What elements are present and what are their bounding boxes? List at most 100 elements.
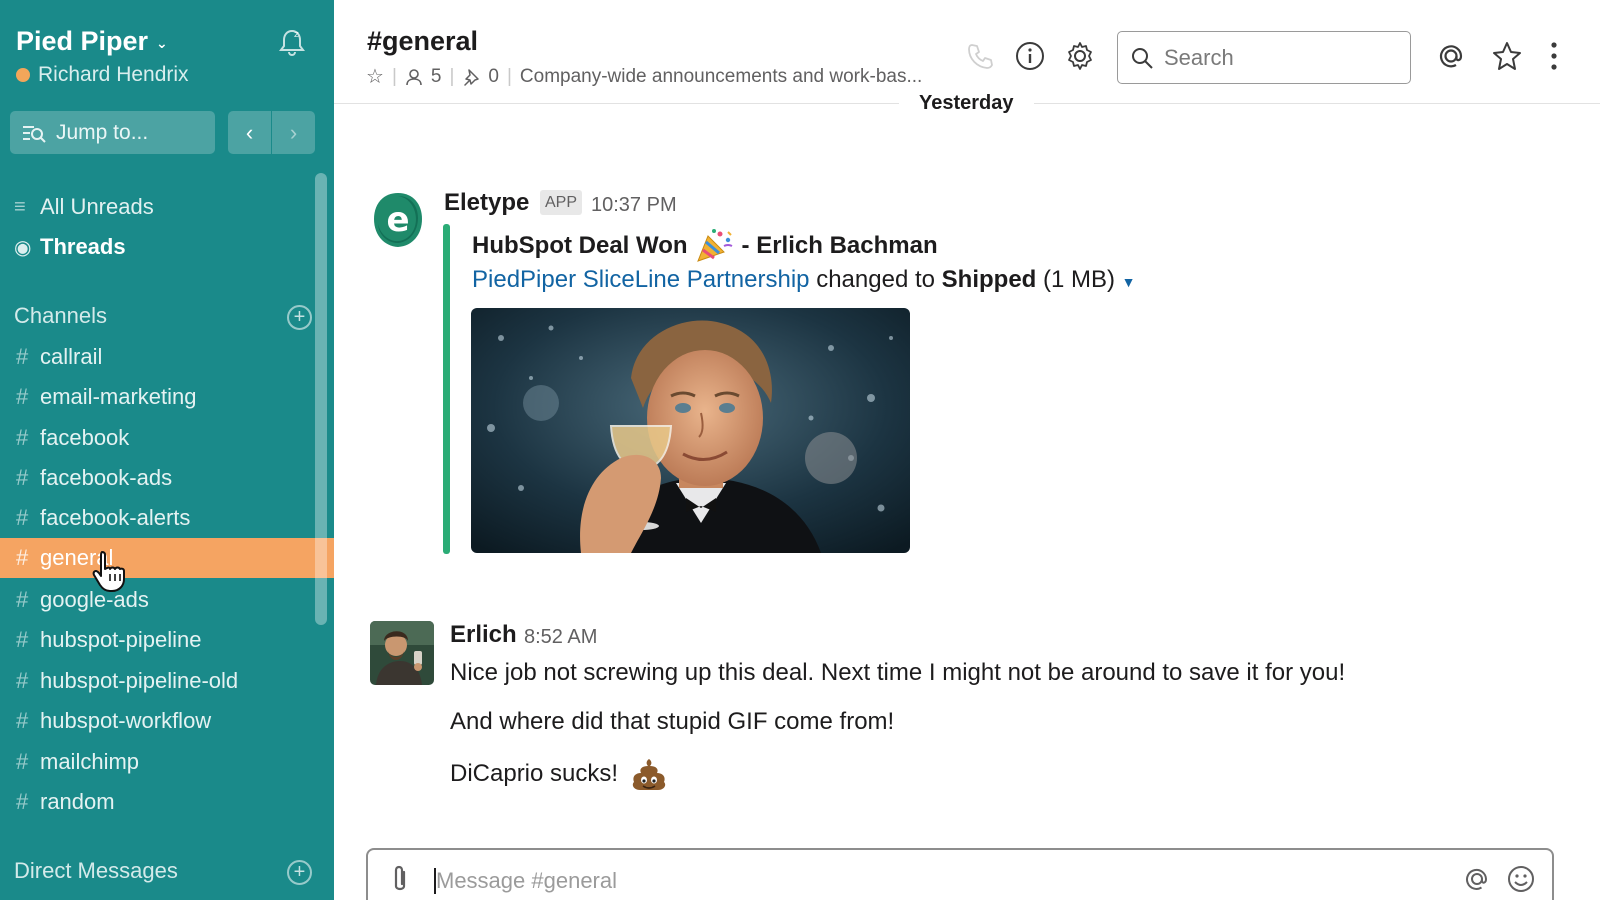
day-divider-label: Yesterday [899,92,1034,115]
poop-emoji-icon [632,759,666,790]
members-icon[interactable] [405,68,423,86]
sidebar-item-channel[interactable]: # facebook [0,418,334,458]
channel-label: mailchimp [40,749,140,774]
jump-to-button[interactable]: Jump to... [10,111,215,154]
deal-status: Shipped [941,266,1037,293]
info-icon [1016,42,1044,70]
attachment-body: PiedPiper SliceLine Partnership changed … [472,266,1136,294]
workspace-switcher[interactable]: Pied Piper ⌄ [16,26,168,57]
member-count[interactable]: 5 [431,66,442,88]
channel-header: #general ☆ | 5 | 0 | Company-wide announ… [334,0,1600,104]
sidebar-item-channel[interactable]: # mailchimp [0,742,334,782]
search-placeholder: Search [1164,44,1234,70]
erlich-avatar[interactable] [370,621,434,685]
sidebar-item-all-unreads[interactable]: ≡ All Unreads [0,187,334,227]
sidebar-item-channel[interactable]: # email-marketing [0,377,334,417]
sidebar-item-channel[interactable]: # callrail [0,337,334,377]
channel-label: hubspot-pipeline [40,627,202,652]
deal-link[interactable]: PiedPiper SliceLine Partnership [472,266,810,293]
channel-label: facebook [40,425,130,450]
message-author[interactable]: Erlich [450,621,517,649]
channel-label: facebook-ads [40,465,173,490]
message-author[interactable]: Eletype [444,189,529,217]
message-timestamp[interactable]: 10:37 PM [591,194,677,217]
hand-pointer-cursor-icon [92,551,125,592]
day-divider: Yesterday [334,92,1600,116]
threads-icon: ◉ [14,236,32,259]
channel-topic[interactable]: Company-wide announcements and work-bas.… [520,66,922,88]
meta-divider: | [449,65,455,87]
attachment-accent-bar [443,224,450,554]
channel-label: email-marketing [40,384,197,409]
changed-to-text: changed to [816,266,935,293]
sidebar-scrollbar[interactable] [315,173,327,625]
gif-image[interactable] [471,308,910,553]
paperclip-icon[interactable] [388,864,412,894]
sidebar-item-channel[interactable]: # facebook-alerts [0,498,334,538]
hash-icon: # [16,545,29,570]
search-input[interactable]: Search [1117,31,1411,84]
pin-icon[interactable] [462,68,480,86]
file-size: (1 MB) [1043,266,1115,293]
sidebar-item-channel[interactable]: # hubspot-pipeline-old [0,661,334,701]
search-icon [1132,47,1153,69]
call-button[interactable] [964,40,996,72]
history-back-button[interactable]: ‹ [228,111,271,154]
attachment-title-suffix: - Erlich Bachman [741,232,938,259]
channel-settings-button[interactable] [1064,40,1096,72]
add-dm-icon[interactable]: + [287,860,312,885]
presence-icon [16,68,30,82]
at-sign-icon [1439,45,1463,68]
meta-divider: | [391,65,397,87]
attachment-title: HubSpot Deal Won - Erlich Bachman [472,228,938,264]
notification-bell-icon[interactable]: z [276,26,308,58]
hash-icon: # [16,505,29,530]
hash-icon: # [16,465,29,490]
channel-label: facebook-alerts [40,505,191,530]
history-forward-button[interactable]: › [272,111,315,154]
channel-label: callrail [40,344,103,369]
hash-icon: # [16,708,29,733]
more-vertical-icon [1551,42,1557,70]
message-timestamp[interactable]: 8:52 AM [524,626,597,649]
mention-icon[interactable] [1462,864,1492,894]
composer-placeholder[interactable]: Message #general [436,868,617,894]
more-actions-button[interactable] [1539,40,1569,72]
message-text: Nice job not screwing up this deal. Next… [450,659,1346,686]
add-channel-icon[interactable]: + [287,305,312,330]
emoji-picker-icon[interactable] [1506,864,1536,894]
channels-heading[interactable]: Channels [14,303,107,329]
direct-messages-heading[interactable]: Direct Messages [14,858,178,884]
channel-meta: ☆ | 5 | 0 | Company-wide announcements a… [366,64,922,89]
channel-label: random [40,789,115,814]
current-user[interactable]: Richard Hendrix [16,63,189,87]
sidebar-item-channel[interactable]: # hubspot-pipeline [0,620,334,660]
sidebar-item-channel[interactable]: # hubspot-workflow [0,701,334,741]
message-text: And where did that stupid GIF come from! [450,708,895,735]
eletype-avatar[interactable]: e [373,192,423,248]
starred-items-button[interactable] [1491,40,1523,72]
chevron-down-icon: ⌄ [156,35,168,51]
expand-caret-icon[interactable]: ▼ [1122,274,1136,290]
star-icon [1493,42,1521,70]
hash-icon: # [16,587,29,612]
jump-search-icon [23,125,46,143]
sidebar-item-channel-active[interactable]: # general [0,538,334,578]
mentions-button[interactable] [1435,40,1467,72]
message-composer[interactable]: Message #general [366,848,1554,900]
hash-icon: # [16,425,29,450]
sidebar-item-channel[interactable]: # facebook-ads [0,458,334,498]
star-outline-icon[interactable]: ☆ [366,64,384,89]
workspace-name: Pied Piper [16,26,149,56]
sidebar-item-channel[interactable]: # google-ads [0,580,334,620]
hash-icon: # [16,344,29,369]
chevron-right-icon: › [289,119,298,145]
message-text: DiCaprio sucks! [450,760,619,787]
sidebar-item-channel[interactable]: # random [0,782,334,822]
channel-title[interactable]: #general [367,26,478,57]
pin-count[interactable]: 0 [488,66,499,88]
attachment-title-text: HubSpot Deal Won [472,232,688,259]
channel-info-button[interactable] [1014,40,1046,72]
sidebar-item-threads[interactable]: ◉ Threads [0,227,334,267]
party-popper-icon [696,229,732,262]
